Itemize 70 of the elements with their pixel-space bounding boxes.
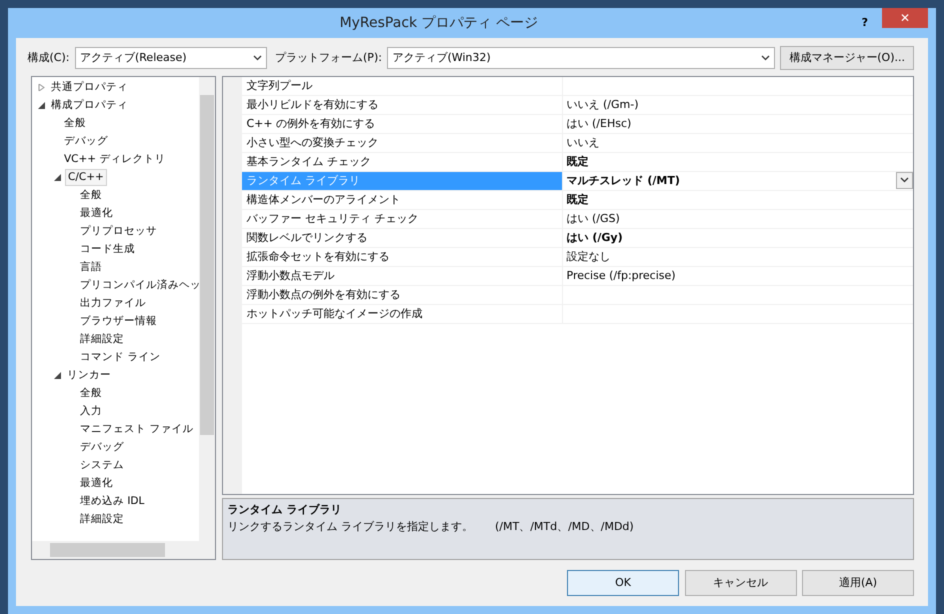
help-button[interactable]: ? [862, 14, 868, 32]
tree-item[interactable]: 詳細設定 [78, 332, 126, 348]
tree-item[interactable]: 詳細設定 [78, 512, 126, 528]
dialog-button[interactable]: キャンセル [684, 570, 796, 596]
configuration-dropdown[interactable]: アクティブ(Release) [74, 47, 267, 69]
description-title: ランタイム ライブラリ [228, 502, 342, 518]
description-text: リンクするランタイム ライブラリを指定します。 (/MT、/MTd、/MD、/MDd) [228, 518, 635, 534]
property-name[interactable]: 浮動小数点モデル [242, 266, 562, 284]
caret-icon [252, 55, 262, 61]
property-name[interactable]: 小さい型への変換チェック [242, 134, 562, 152]
expanded-icon[interactable] [54, 372, 61, 379]
property-name[interactable]: 構造体メンバーのアライメント [242, 190, 562, 208]
tree-item[interactable]: 構成プロパティ [49, 98, 130, 114]
tree-item[interactable]: プリコンパイル済みヘッ [78, 278, 203, 294]
collapsed-icon[interactable] [38, 84, 45, 91]
tree-item[interactable]: 入力 [78, 404, 104, 420]
dropdown-button[interactable] [896, 172, 913, 188]
caret-icon [900, 177, 909, 183]
expanded-icon[interactable] [38, 102, 45, 109]
tree-item[interactable]: 全般 [78, 188, 104, 204]
vertical-scrollbar[interactable] [199, 76, 215, 541]
field-label: プラットフォーム(P): [275, 50, 382, 66]
property-name[interactable]: 文字列プール [242, 76, 562, 94]
tree-item[interactable]: コード生成 [78, 242, 137, 258]
expanded-icon[interactable] [54, 174, 61, 181]
property-value: いいえ [566, 134, 600, 150]
property-name[interactable]: 基本ランタイム チェック [242, 152, 562, 170]
configuration-manager-button[interactable]: 構成マネージャー(O)... [780, 46, 914, 70]
tree-item[interactable]: ブラウザー情報 [78, 314, 159, 330]
property-name[interactable]: ホットパッチ可能なイメージの作成 [242, 304, 562, 322]
tree-item[interactable]: C/C++ [65, 168, 107, 186]
tree-item[interactable]: 最適化 [78, 476, 115, 492]
tree-item[interactable]: 全般 [62, 116, 88, 132]
tree-item[interactable]: デバッグ [78, 440, 126, 456]
caret-icon [760, 55, 770, 61]
property-name[interactable]: 浮動小数点の例外を有効にする [242, 286, 562, 304]
property-value: マルチスレッド (/MT) [566, 172, 680, 188]
dialog-button[interactable]: 適用(A) [802, 570, 914, 596]
window-title: MyResPack プロパティ ページ [340, 14, 538, 30]
close-button[interactable]: ✕ [882, 8, 928, 28]
property-value: 既定 [566, 192, 588, 208]
property-value: はい (/GS) [566, 210, 620, 226]
property-value: はい (/Gy) [566, 230, 623, 246]
tree-item[interactable]: VC++ ディレクトリ [62, 152, 168, 168]
tree-item[interactable]: 全般 [78, 386, 104, 402]
tree-item[interactable]: 出力ファイル [78, 296, 148, 312]
property-name[interactable]: 最小リビルドを有効にする [242, 96, 562, 114]
tree-item[interactable]: マニフェスト ファイル [78, 422, 196, 438]
property-value: 設定なし [566, 248, 610, 264]
tree-item[interactable]: 共通プロパティ [49, 80, 130, 96]
platform-dropdown[interactable]: アクティブ(Win32) [387, 47, 775, 69]
tree-item[interactable]: プリプロセッサ [78, 224, 159, 240]
tree-item[interactable]: 埋め込み IDL [78, 494, 146, 510]
property-value: Precise (/fp:precise) [566, 268, 676, 284]
tree-item[interactable]: コマンド ライン [78, 350, 162, 366]
tree-item[interactable]: 最適化 [78, 206, 115, 222]
property-value: 既定 [566, 154, 588, 170]
property-name[interactable]: 関数レベルでリンクする [242, 228, 562, 246]
field-label: 構成(C): [28, 50, 70, 66]
property-name[interactable]: 拡張命令セットを有効にする [242, 248, 562, 266]
dialog-button[interactable]: OK [567, 570, 679, 596]
property-name[interactable]: C++ の例外を有効にする [242, 114, 562, 132]
horizontal-scrollbar[interactable] [32, 541, 215, 559]
property-value: はい (/EHsc) [566, 116, 632, 132]
tree-item[interactable]: リンカー [65, 368, 113, 384]
tree-item[interactable]: 言語 [78, 260, 104, 276]
property-value: いいえ (/Gm-) [566, 96, 638, 112]
tree-item[interactable]: デバッグ [62, 134, 110, 150]
property-name[interactable]: バッファー セキュリティ チェック [242, 210, 562, 228]
tree-item[interactable]: システム [78, 458, 126, 474]
